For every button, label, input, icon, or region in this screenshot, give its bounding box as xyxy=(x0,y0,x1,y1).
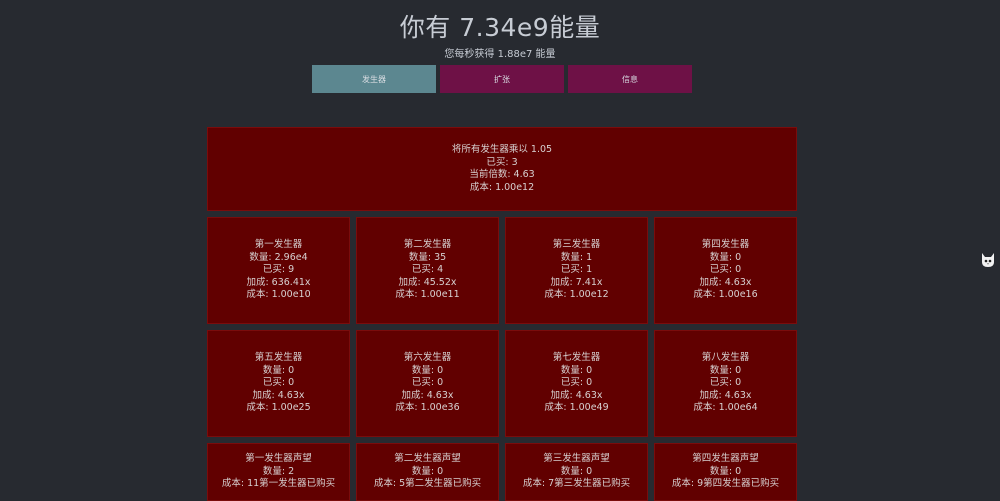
prestige-cost: 成本: 11第一发生器已购买 xyxy=(221,478,336,489)
generator-bonus: 加成: 4.63x xyxy=(252,389,305,401)
prestige-amount: 数量: 2 xyxy=(262,465,295,477)
multiplier-cost: 成本: 1.00e12 xyxy=(469,181,535,193)
generator-bonus: 加成: 4.63x xyxy=(699,276,752,288)
generator-cost: 成本: 1.00e16 xyxy=(693,289,758,301)
generator-bonus: 加成: 4.63x xyxy=(699,389,752,401)
generator-amount: 数量: 0 xyxy=(411,364,444,376)
generator-2-button[interactable]: 第二发生器 数量: 35 已买: 4 加成: 45.52x 成本: 1.00e1… xyxy=(356,217,499,324)
generator-cost: 成本: 1.00e36 xyxy=(395,402,460,414)
prestige-name: 第四发生器声望 xyxy=(692,453,759,464)
generator-amount: 数量: 35 xyxy=(408,251,447,263)
generator-cost: 成本: 1.00e64 xyxy=(693,402,758,414)
generator-bonus: 加成: 7.41x xyxy=(550,276,603,288)
prestige-name: 第一发生器声望 xyxy=(245,453,312,464)
generator-bonus: 加成: 636.41x xyxy=(246,276,311,288)
generator-amount: 数量: 2.96e4 xyxy=(249,251,308,263)
generator-bought: 已买: 1 xyxy=(560,264,593,276)
tab-generators[interactable]: 发生器 xyxy=(312,65,436,93)
generator-cost: 成本: 1.00e12 xyxy=(544,289,609,301)
generator-7-button[interactable]: 第七发生器 数量: 0 已买: 0 加成: 4.63x 成本: 1.00e49 xyxy=(505,330,648,437)
generator-amount: 数量: 0 xyxy=(709,364,742,376)
multiplier-current: 当前倍数: 4.63 xyxy=(469,169,535,180)
tab-expand[interactable]: 扩张 xyxy=(440,65,564,93)
generator-name: 第一发生器 xyxy=(254,239,303,251)
generator-bought: 已买: 4 xyxy=(411,264,444,276)
generator-bonus: 加成: 4.63x xyxy=(550,389,603,401)
generator-cost: 成本: 1.00e25 xyxy=(246,402,311,414)
cat-face-icon[interactable] xyxy=(979,250,997,270)
generator-8-button[interactable]: 第八发生器 数量: 0 已买: 0 加成: 4.63x 成本: 1.00e64 xyxy=(654,330,797,437)
generator-bought: 已买: 9 xyxy=(262,264,295,276)
generator-amount: 数量: 0 xyxy=(560,364,593,376)
prestige-3-button[interactable]: 第三发生器声望 数量: 0 成本: 7第三发生器已购买 xyxy=(505,443,648,501)
energy-title: 你有 7.34e9能量 xyxy=(399,13,601,42)
generator-6-button[interactable]: 第六发生器 数量: 0 已买: 0 加成: 4.63x 成本: 1.00e36 xyxy=(356,330,499,437)
multiplier-description: 将所有发生器乘以 1.05 xyxy=(451,144,553,155)
generator-name: 第八发生器 xyxy=(701,352,750,364)
tab-info[interactable]: 信息 xyxy=(568,65,692,93)
generator-bonus: 加成: 4.63x xyxy=(401,389,454,401)
prestige-2-button[interactable]: 第二发生器声望 数量: 0 成本: 5第二发生器已购买 xyxy=(356,443,499,501)
generator-1-button[interactable]: 第一发生器 数量: 2.96e4 已买: 9 加成: 636.41x 成本: 1… xyxy=(207,217,350,324)
prestige-name: 第三发生器声望 xyxy=(543,453,610,464)
generator-bought: 已买: 0 xyxy=(709,264,742,276)
generator-bonus: 加成: 45.52x xyxy=(398,276,457,288)
generator-name: 第二发生器 xyxy=(403,239,452,251)
generator-cost: 成本: 1.00e11 xyxy=(395,289,460,301)
generator-bought: 已买: 0 xyxy=(262,377,295,389)
prestige-cost: 成本: 9第四发生器已购买 xyxy=(671,478,780,489)
generator-name: 第五发生器 xyxy=(254,352,303,364)
prestige-name: 第二发生器声望 xyxy=(394,453,461,464)
generator-amount: 数量: 1 xyxy=(560,251,593,263)
generator-4-button[interactable]: 第四发生器 数量: 0 已买: 0 加成: 4.63x 成本: 1.00e16 xyxy=(654,217,797,324)
generator-name: 第四发生器 xyxy=(701,239,750,251)
prestige-cost: 成本: 7第三发生器已购买 xyxy=(522,478,631,489)
generator-3-button[interactable]: 第三发生器 数量: 1 已买: 1 加成: 7.41x 成本: 1.00e12 xyxy=(505,217,648,324)
generator-5-button[interactable]: 第五发生器 数量: 0 已买: 0 加成: 4.63x 成本: 1.00e25 xyxy=(207,330,350,437)
generator-amount: 数量: 0 xyxy=(262,364,295,376)
generator-cost: 成本: 1.00e10 xyxy=(246,289,311,301)
generator-name: 第三发生器 xyxy=(552,239,601,251)
generator-bought: 已买: 0 xyxy=(560,377,593,389)
prestige-amount: 数量: 0 xyxy=(709,465,742,477)
generator-name: 第七发生器 xyxy=(552,352,601,364)
prestige-amount: 数量: 0 xyxy=(560,465,593,477)
generator-bought: 已买: 0 xyxy=(411,377,444,389)
generator-name: 第六发生器 xyxy=(403,352,452,364)
prestige-amount: 数量: 0 xyxy=(411,465,444,477)
energy-per-second: 您每秒获得 1.88e7 能量 xyxy=(444,49,556,60)
generator-amount: 数量: 0 xyxy=(709,251,742,263)
multiply-all-button[interactable]: 将所有发生器乘以 1.05 已买: 3 当前倍数: 4.63 成本: 1.00e… xyxy=(207,127,797,211)
generator-bought: 已买: 0 xyxy=(709,377,742,389)
multiplier-bought: 已买: 3 xyxy=(486,156,518,168)
prestige-4-button[interactable]: 第四发生器声望 数量: 0 成本: 9第四发生器已购买 xyxy=(654,443,797,501)
generator-cost: 成本: 1.00e49 xyxy=(544,402,609,414)
prestige-cost: 成本: 5第二发生器已购买 xyxy=(373,478,482,489)
prestige-1-button[interactable]: 第一发生器声望 数量: 2 成本: 11第一发生器已购买 xyxy=(207,443,350,501)
